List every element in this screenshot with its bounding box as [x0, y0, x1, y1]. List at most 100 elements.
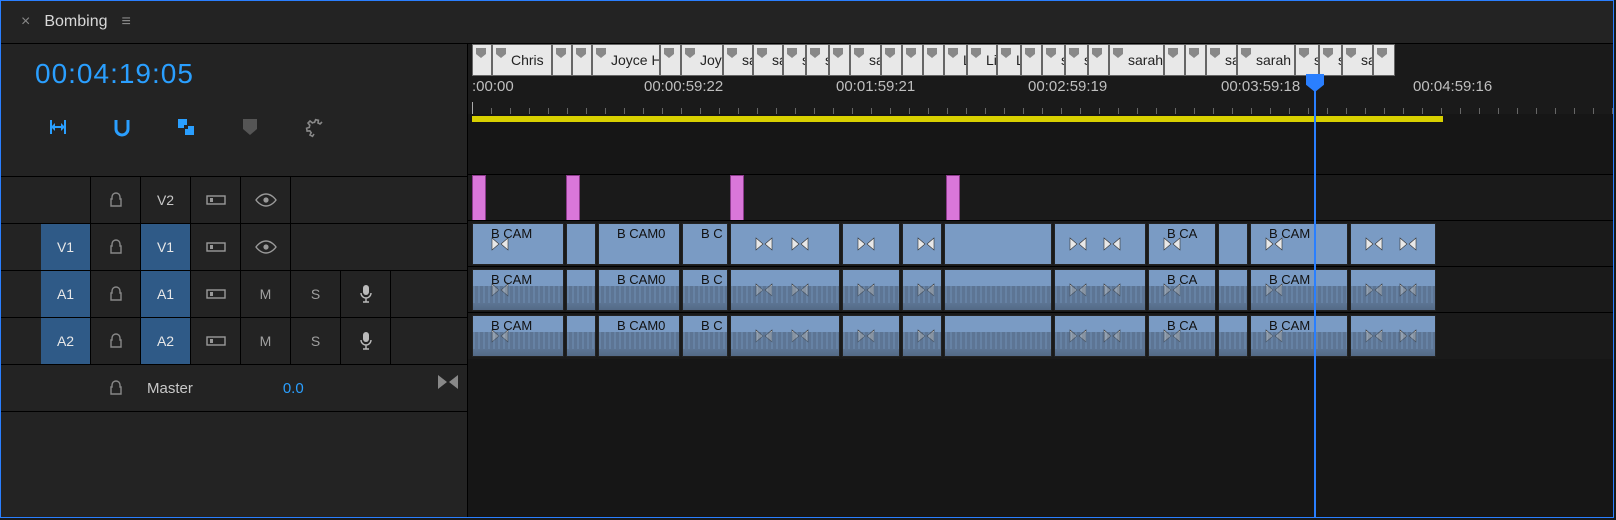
- clip[interactable]: [730, 315, 840, 357]
- clip[interactable]: [902, 223, 942, 265]
- sequence-marker[interactable]: [1021, 44, 1042, 76]
- clip[interactable]: B CAM: [472, 315, 564, 357]
- clip[interactable]: B CAM0: [598, 223, 680, 265]
- clip[interactable]: [730, 269, 840, 311]
- sequence-marker[interactable]: sarah: [1109, 44, 1164, 76]
- sequence-marker[interactable]: [1373, 44, 1395, 76]
- clip[interactable]: [842, 223, 900, 265]
- clip[interactable]: [1054, 315, 1146, 357]
- sequence-marker[interactable]: Li: [967, 44, 997, 76]
- time-ruler[interactable]: :00:0000:00:59:2200:01:59:2100:02:59:190…: [468, 76, 1613, 114]
- clip[interactable]: [1218, 269, 1248, 311]
- sync-lock-v2[interactable]: [191, 177, 241, 223]
- sync-lock-a2[interactable]: [191, 318, 241, 364]
- solo-a2[interactable]: S: [291, 318, 341, 364]
- mute-a2[interactable]: M: [241, 318, 291, 364]
- sequence-marker[interactable]: Chris: [492, 44, 552, 76]
- source-patch-v2[interactable]: [41, 177, 91, 223]
- track-target-v1[interactable]: V1: [141, 224, 191, 270]
- sequence-marker[interactable]: [881, 44, 902, 76]
- sequence-marker[interactable]: sarah: [1237, 44, 1295, 76]
- sequence-marker[interactable]: sa: [753, 44, 783, 76]
- sequence-marker[interactable]: C: [472, 44, 492, 76]
- sequence-marker[interactable]: s: [1295, 44, 1319, 76]
- panel-menu-icon[interactable]: ≡: [122, 13, 131, 31]
- voiceover-a2[interactable]: [341, 318, 391, 364]
- source-patch-a1[interactable]: A1: [41, 271, 91, 317]
- sequence-marker[interactable]: s: [806, 44, 829, 76]
- clip[interactable]: [944, 315, 1052, 357]
- track-target-a1[interactable]: A1: [141, 271, 191, 317]
- source-patch-a2[interactable]: A2: [41, 318, 91, 364]
- clip[interactable]: [1350, 269, 1436, 311]
- voiceover-a1[interactable]: [341, 271, 391, 317]
- track-v1[interactable]: B CAM B CAM0B C B CA B CAM: [468, 220, 1613, 267]
- master-value[interactable]: 0.0: [283, 380, 304, 397]
- clip[interactable]: B C: [682, 223, 728, 265]
- clip[interactable]: [946, 175, 960, 221]
- playhead-line[interactable]: [1314, 76, 1316, 517]
- track-a1[interactable]: B CAMB CAM0B CB CAB CAM: [468, 266, 1613, 313]
- sequence-marker[interactable]: s: [1042, 44, 1065, 76]
- track-target-v2[interactable]: V2: [141, 177, 191, 223]
- toggle-track-output-v1[interactable]: [241, 224, 291, 270]
- sequence-marker[interactable]: J: [572, 44, 592, 76]
- source-patch-v1[interactable]: V1: [41, 224, 91, 270]
- mute-a1[interactable]: M: [241, 271, 291, 317]
- clip[interactable]: [472, 175, 486, 221]
- clip[interactable]: [566, 315, 596, 357]
- clip[interactable]: [1218, 315, 1248, 357]
- clip[interactable]: [902, 269, 942, 311]
- lock-track-a1[interactable]: [91, 271, 141, 317]
- playhead-timecode[interactable]: 00:04:19:05: [35, 58, 194, 90]
- clip[interactable]: [566, 269, 596, 311]
- solo-a1[interactable]: S: [291, 271, 341, 317]
- clip[interactable]: [944, 223, 1052, 265]
- clip[interactable]: [1350, 315, 1436, 357]
- clip[interactable]: [566, 175, 580, 221]
- lock-track-v2[interactable]: [91, 177, 141, 223]
- clip[interactable]: [842, 315, 900, 357]
- sequence-marker[interactable]: [902, 44, 923, 76]
- track-v2[interactable]: [468, 174, 1613, 221]
- clip[interactable]: [730, 223, 840, 265]
- clip[interactable]: B CAM: [472, 223, 564, 265]
- clip[interactable]: [842, 269, 900, 311]
- sequence-marker[interactable]: [829, 44, 850, 76]
- clip[interactable]: B CA: [1148, 315, 1216, 357]
- clip[interactable]: B C: [682, 269, 728, 311]
- insert-overwrite-icon[interactable]: [45, 114, 71, 140]
- sequence-marker[interactable]: L: [944, 44, 967, 76]
- clip[interactable]: [1350, 223, 1436, 265]
- clip[interactable]: [730, 175, 744, 221]
- timeline-track-area[interactable]: CChrisJJoyce HJoysasasssaLLiLsssarahsasa…: [468, 44, 1613, 517]
- sequence-marker[interactable]: [923, 44, 944, 76]
- track-a2[interactable]: B CAMB CAM0B CB CAB CAM: [468, 312, 1613, 359]
- settings-icon[interactable]: [301, 114, 327, 140]
- sync-lock-v1[interactable]: [191, 224, 241, 270]
- sequence-marker[interactable]: Joyce H: [592, 44, 660, 76]
- lock-master[interactable]: [91, 365, 141, 411]
- clip[interactable]: B CAM0: [598, 315, 680, 357]
- sequence-marker[interactable]: [1164, 44, 1185, 76]
- clip[interactable]: B CAM0: [598, 269, 680, 311]
- sync-lock-a1[interactable]: [191, 271, 241, 317]
- lock-track-v1[interactable]: [91, 224, 141, 270]
- clip[interactable]: B CA: [1148, 269, 1216, 311]
- clip[interactable]: B CA: [1148, 223, 1216, 265]
- linked-selection-icon[interactable]: [173, 114, 199, 140]
- sequence-marker[interactable]: s: [1319, 44, 1342, 76]
- sequence-marker[interactable]: sa: [723, 44, 753, 76]
- sequence-marker[interactable]: [552, 44, 572, 76]
- clip[interactable]: B CAM: [1250, 223, 1348, 265]
- sequence-marker[interactable]: Joy: [681, 44, 723, 76]
- sequence-marker[interactable]: [660, 44, 681, 76]
- clip[interactable]: B C: [682, 315, 728, 357]
- sequence-tab-title[interactable]: Bombing: [44, 13, 107, 31]
- clip[interactable]: B CAM: [1250, 269, 1348, 311]
- add-marker-icon[interactable]: [237, 114, 263, 140]
- clip[interactable]: [944, 269, 1052, 311]
- clip[interactable]: [902, 315, 942, 357]
- sequence-marker[interactable]: [1185, 44, 1206, 76]
- sequence-marker[interactable]: sa: [850, 44, 881, 76]
